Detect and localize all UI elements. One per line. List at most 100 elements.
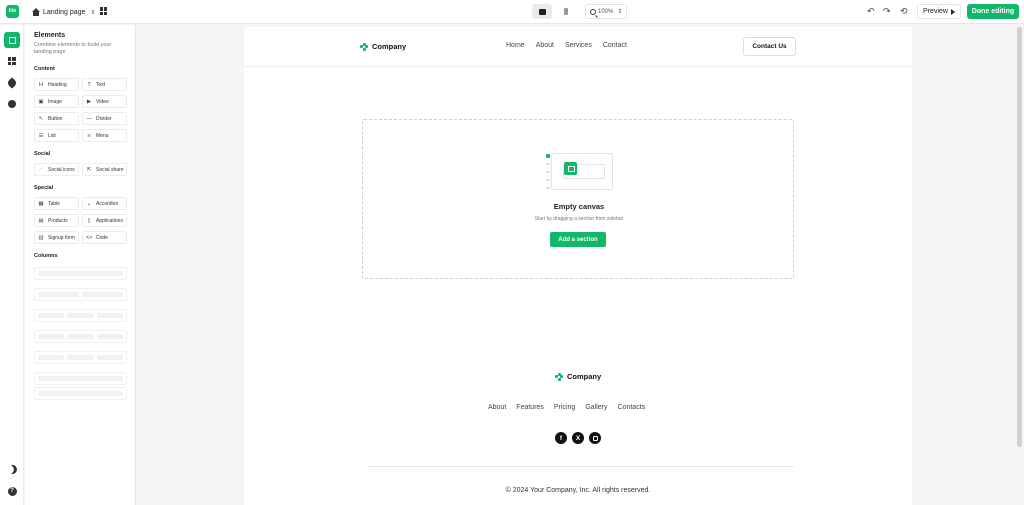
zoom-select[interactable]: 100% ⇕: [585, 4, 627, 19]
desktop-icon: [538, 8, 546, 15]
element-label: Text: [96, 81, 106, 88]
mobile-icon: [564, 8, 568, 15]
cursor-icon: ↖: [38, 115, 44, 122]
footer-link-pricing[interactable]: Pricing: [554, 404, 575, 411]
page-selector[interactable]: Landing page ⇕: [32, 5, 95, 19]
panel-title: Elements: [34, 32, 66, 39]
element-list[interactable]: ☰ List: [34, 129, 79, 142]
redo-icon[interactable]: ↷: [883, 5, 891, 17]
element-label: List: [48, 132, 56, 139]
footer-link-features[interactable]: Features: [516, 404, 544, 411]
site-header[interactable]: Company Home About Services Contact Cont…: [244, 27, 912, 67]
video-icon: ▶: [86, 98, 92, 105]
element-text[interactable]: T Text: [82, 78, 127, 91]
element-divider[interactable]: — Divider: [82, 112, 127, 125]
gear-icon: [8, 100, 16, 108]
rail-elements-button[interactable]: [4, 32, 20, 48]
done-editing-button[interactable]: Done editing: [967, 4, 1019, 19]
footer-link-about[interactable]: About: [488, 404, 506, 411]
element-label: Button: [48, 115, 63, 122]
pages-grid-icon[interactable]: [100, 7, 108, 15]
facebook-icon[interactable]: f: [555, 432, 567, 444]
element-social-share[interactable]: ⇱ Social share: [82, 163, 127, 176]
nav-link-home[interactable]: Home: [506, 42, 525, 49]
column-layout-7[interactable]: [34, 387, 127, 400]
element-label: Social share: [96, 166, 124, 173]
rail-sections-button[interactable]: [4, 53, 20, 69]
section-label-special: Special: [34, 185, 54, 191]
brand-name: Company: [372, 42, 407, 51]
history-icon[interactable]: ⟲: [900, 5, 908, 17]
header-brand[interactable]: Company: [360, 42, 406, 51]
footer-link-gallery[interactable]: Gallery: [585, 404, 607, 411]
app-logo[interactable]: lite: [6, 5, 19, 18]
element-label: Heading: [48, 81, 67, 88]
undo-icon[interactable]: ↶: [867, 5, 875, 17]
element-accordion[interactable]: ⌄ Accordion: [82, 197, 127, 210]
element-label: Menu: [96, 132, 109, 139]
element-applications[interactable]: ▯ Applications: [82, 214, 127, 227]
help-icon: ?: [7, 486, 17, 496]
table-icon: ▦: [38, 200, 44, 207]
nav-link-contact[interactable]: Contact: [603, 42, 627, 49]
element-code[interactable]: <> Code: [82, 231, 127, 244]
preview-label: Preview: [923, 8, 948, 15]
empty-canvas-illustration: [545, 151, 613, 191]
x-icon[interactable]: X: [572, 432, 584, 444]
footer-divider: [368, 466, 794, 467]
section-label-social: Social: [34, 151, 51, 157]
applications-icon: ▯: [87, 217, 91, 224]
element-heading[interactable]: H Heading: [34, 78, 79, 91]
element-social-icons[interactable]: ⋰ Social icons: [34, 163, 79, 176]
empty-canvas-title: Empty canvas: [553, 202, 605, 211]
layout-icon: [8, 57, 16, 65]
element-label: Video: [96, 98, 109, 105]
empty-canvas-dropzone[interactable]: Empty canvas Start by dragging a section…: [362, 119, 794, 279]
section-label-columns: Columns: [34, 253, 58, 259]
column-layout-5[interactable]: [34, 351, 127, 364]
element-menu[interactable]: ≡ Menu: [82, 129, 127, 142]
element-products[interactable]: ▤ Products: [34, 214, 79, 227]
divider-icon: —: [86, 115, 92, 122]
rail-settings-button[interactable]: [4, 96, 20, 112]
element-table[interactable]: ▦ Table: [34, 197, 79, 210]
footer-brand-name: Company: [567, 372, 602, 381]
icon-rail: ?: [0, 25, 24, 505]
page-name: Landing page: [43, 8, 86, 16]
nav-link-services[interactable]: Services: [565, 42, 592, 49]
column-layout-1[interactable]: [34, 267, 127, 280]
footer-brand[interactable]: Company: [555, 372, 601, 381]
column-layout-4[interactable]: [34, 330, 127, 343]
nav-link-about[interactable]: About: [536, 42, 554, 49]
form-icon: ▥: [38, 234, 44, 241]
image-icon: ▣: [38, 98, 44, 105]
dark-mode-button[interactable]: [4, 461, 20, 477]
rail-styles-button[interactable]: [4, 75, 20, 91]
play-icon: [950, 8, 955, 15]
contact-us-button[interactable]: Contact Us: [743, 37, 796, 56]
help-button[interactable]: ?: [4, 483, 20, 499]
products-icon: ▤: [38, 217, 44, 224]
section-label-content: Content: [34, 66, 55, 72]
footer-link-contacts[interactable]: Contacts: [618, 404, 646, 411]
instagram-icon[interactable]: [589, 432, 601, 444]
share-nodes-icon: ⋰: [38, 166, 44, 173]
add-section-button[interactable]: Add a section: [550, 232, 606, 247]
panel-subtitle: Combine elements to build your landing p…: [34, 42, 112, 55]
column-layout-6[interactable]: [34, 372, 127, 385]
chevron-updown-icon: ⇕: [617, 9, 623, 15]
element-label: Accordion: [96, 200, 119, 207]
mobile-view-button[interactable]: [556, 4, 576, 19]
zoom-icon: [590, 8, 596, 15]
text-icon: T: [87, 81, 91, 88]
element-video[interactable]: ▶ Video: [82, 95, 127, 108]
footer-nav: About Features Pricing Gallery Contacts: [488, 404, 645, 411]
preview-button[interactable]: Preview: [917, 4, 961, 19]
column-layout-3[interactable]: [34, 309, 127, 322]
vertical-scrollbar[interactable]: [1017, 27, 1022, 447]
element-signup-form[interactable]: ▥ Signup form: [34, 231, 79, 244]
column-layout-2[interactable]: [34, 288, 127, 301]
element-image[interactable]: ▣ Image: [34, 95, 79, 108]
element-button[interactable]: ↖ Button: [34, 112, 79, 125]
desktop-view-button[interactable]: [532, 4, 552, 19]
